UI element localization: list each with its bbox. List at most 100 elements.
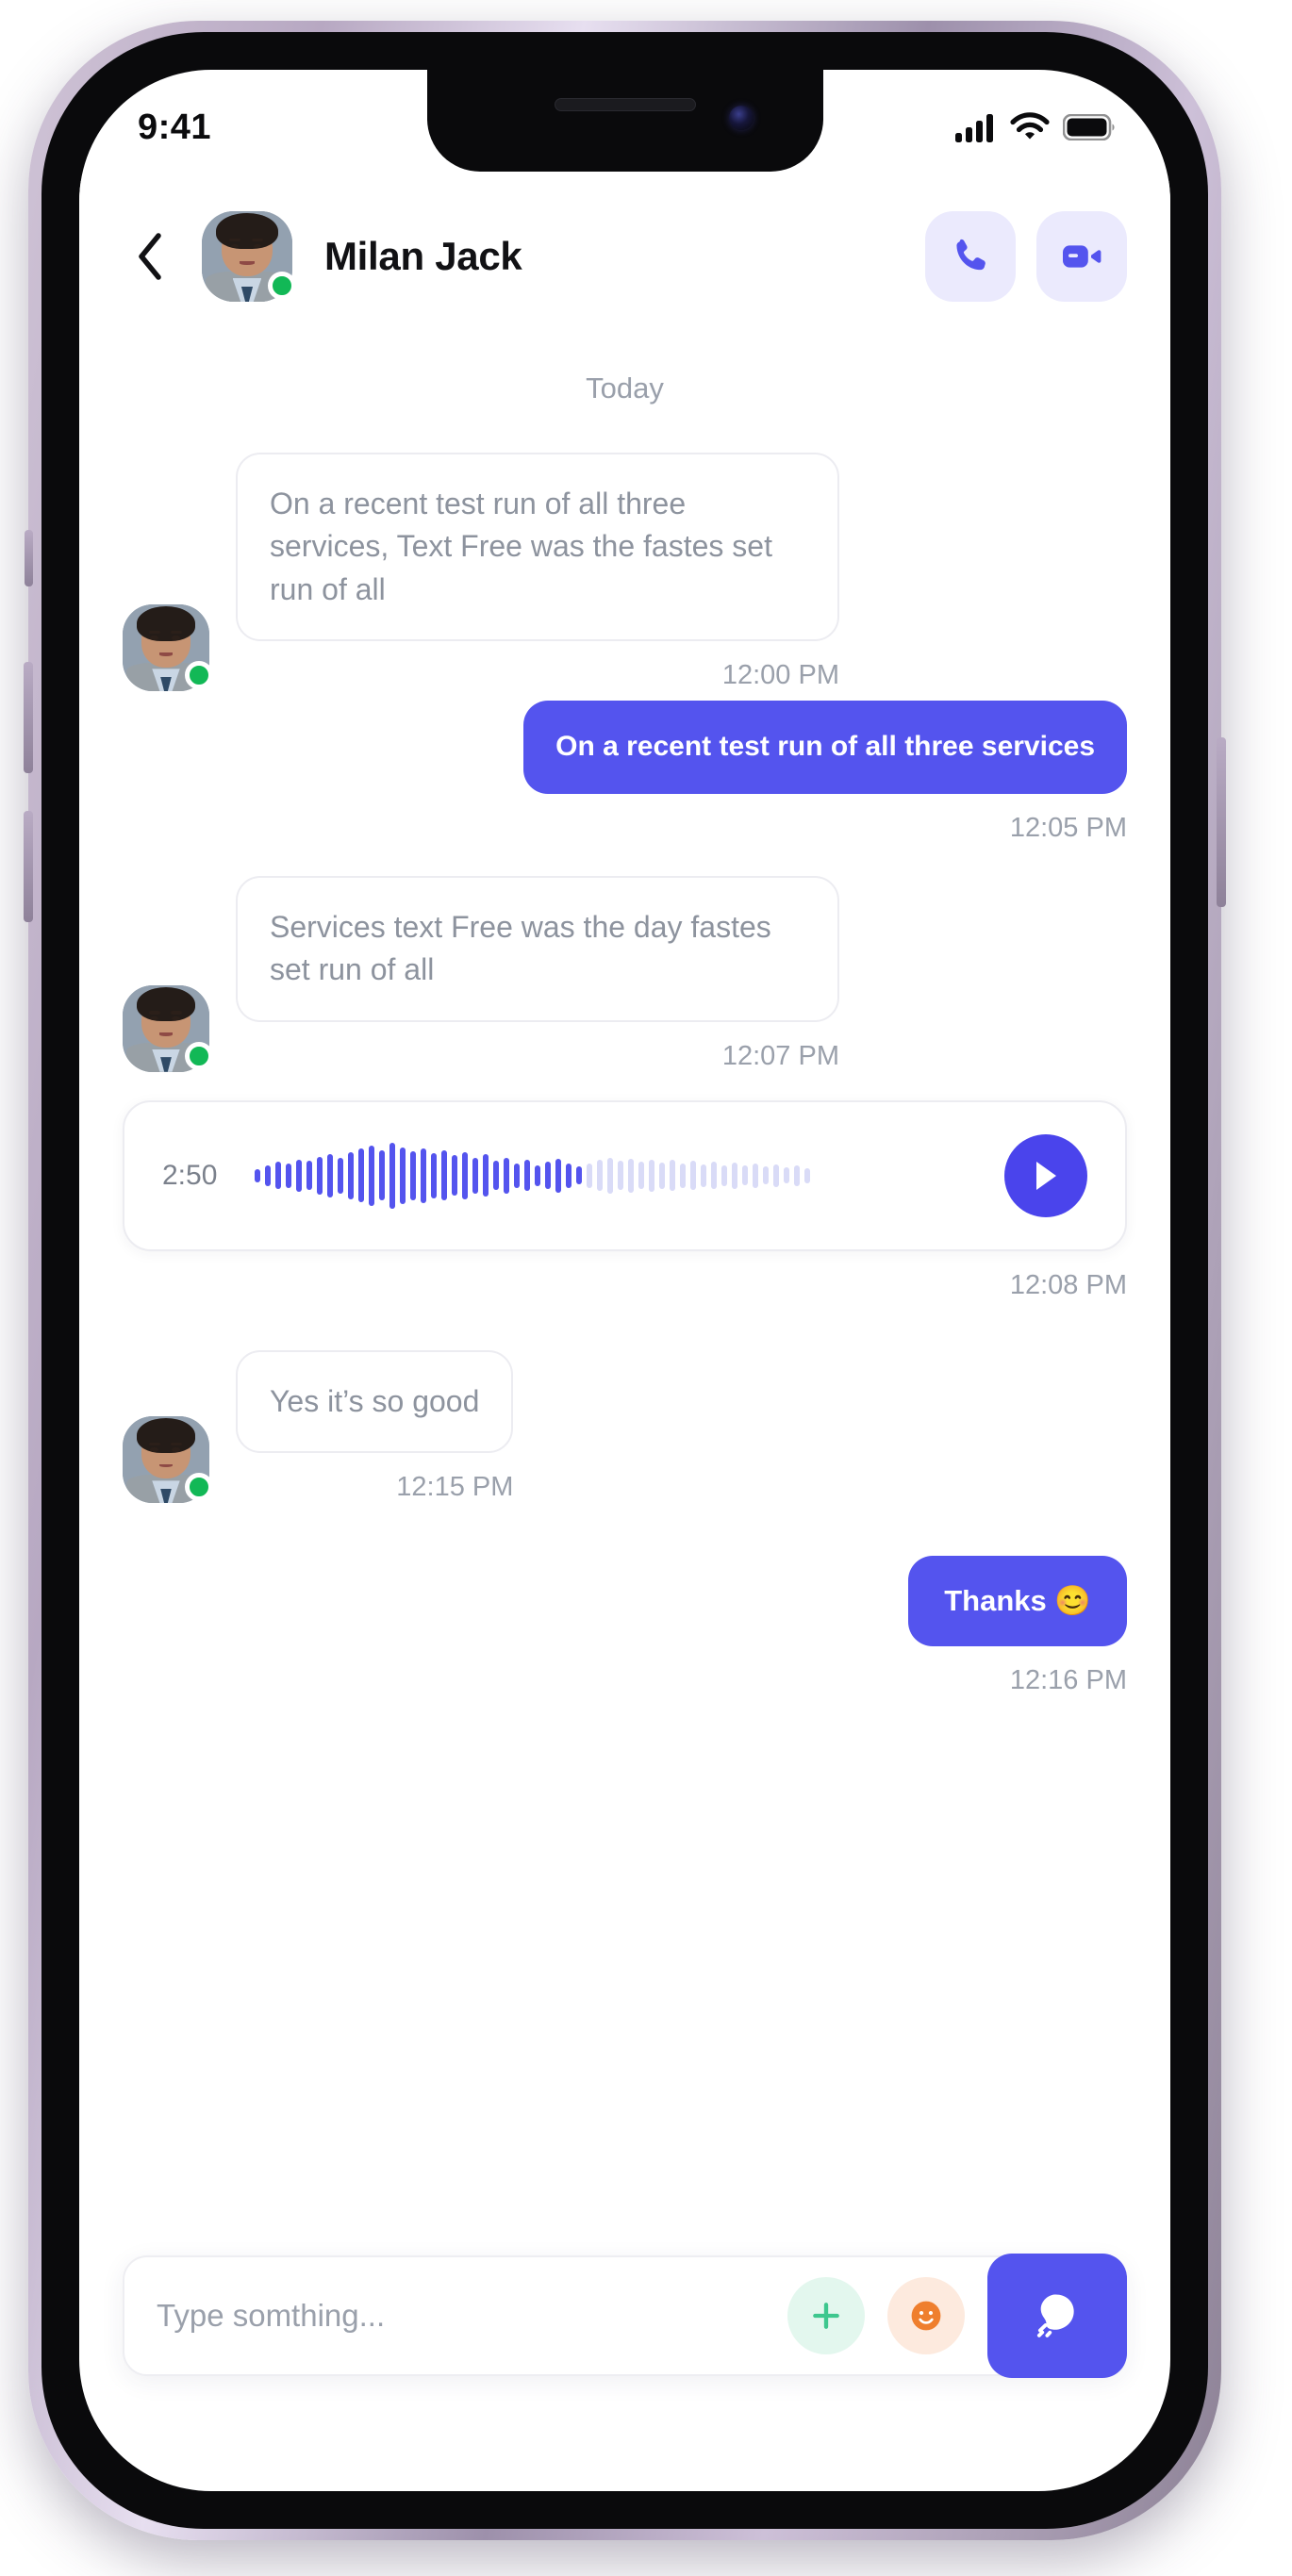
silent-switch[interactable] <box>25 530 33 586</box>
waveform-bar <box>535 1164 541 1186</box>
send-button[interactable] <box>987 2254 1127 2378</box>
audio-waveform[interactable] <box>255 1135 967 1216</box>
message-avatar <box>123 1416 213 1504</box>
message-item: Yes it’s so good 12:15 PM <box>123 1349 1127 1504</box>
play-icon <box>1036 1161 1056 1190</box>
waveform-bar <box>732 1163 738 1189</box>
message-bubble-incoming: On a recent test run of all three servic… <box>236 453 839 642</box>
waveform-bar <box>587 1163 593 1188</box>
message-bubble-incoming: Services text Free was the day fastes se… <box>236 875 839 1022</box>
online-status-dot <box>185 1041 213 1070</box>
bubble-column: Services text Free was the day fastes se… <box>236 875 839 1072</box>
message-bubble-incoming: Yes it’s so good <box>236 1349 514 1454</box>
waveform-bar <box>431 1152 438 1198</box>
bubble-column: Thanks 😊 12:16 PM <box>908 1556 1127 1696</box>
device-notch <box>426 70 823 172</box>
waveform-bar <box>763 1166 770 1185</box>
waveform-bar <box>348 1151 355 1199</box>
waveform-bar <box>493 1161 500 1191</box>
message-composer <box>123 2254 1127 2378</box>
waveform-bar <box>275 1162 282 1190</box>
phone-device: 9:41 Milan Jack Today On a recent test r… <box>24 21 1226 2540</box>
waveform-bar <box>327 1153 334 1197</box>
waveform-bar <box>504 1157 510 1194</box>
message-timestamp: 12:16 PM <box>1009 1665 1127 1696</box>
waveform-bar <box>410 1150 417 1200</box>
waveform-bar <box>555 1158 562 1193</box>
waveform-bar <box>472 1157 479 1194</box>
battery-icon <box>1063 114 1115 140</box>
waveform-bar <box>690 1161 697 1191</box>
header-actions <box>925 211 1127 302</box>
attach-button[interactable] <box>787 2277 865 2354</box>
bubble-column: On a recent test run of all three servic… <box>236 453 839 691</box>
online-status-dot <box>268 272 296 300</box>
smiley-icon <box>911 2301 941 2331</box>
power-button[interactable] <box>1217 737 1226 907</box>
bubble-column: On a recent test run of all three servic… <box>523 701 1127 844</box>
waveform-bar <box>670 1160 676 1192</box>
waveform-bar <box>659 1163 666 1189</box>
message-avatar <box>123 984 213 1072</box>
day-divider: Today <box>586 372 664 405</box>
waveform-bar <box>369 1145 375 1206</box>
cellular-signal-icon <box>955 114 993 142</box>
message-item: On a recent test run of all three servic… <box>123 453 1127 692</box>
message-timestamp: 12:08 PM <box>1009 1269 1127 1300</box>
waveform-bar <box>483 1154 489 1197</box>
audio-play-button[interactable] <box>1004 1133 1087 1217</box>
message-item: Services text Free was the day fastes se… <box>123 875 1127 1072</box>
waveform-bar <box>649 1159 655 1192</box>
earpiece-speaker <box>554 98 696 111</box>
waveform-bar <box>794 1164 801 1186</box>
waveform-bar <box>545 1162 552 1190</box>
message-timestamp: 12:15 PM <box>396 1472 514 1503</box>
message-list[interactable]: Today On a recent test run of all three … <box>79 334 1170 2208</box>
waveform-bar <box>317 1157 323 1195</box>
message-bubble-outgoing: On a recent test run of all three servic… <box>523 701 1127 794</box>
message-item: On a recent test run of all three servic… <box>123 701 1127 844</box>
waveform-bar <box>576 1166 583 1185</box>
volume-up-button[interactable] <box>24 662 33 773</box>
wifi-icon <box>1010 112 1050 140</box>
status-time: 9:41 <box>138 107 212 147</box>
waveform-bar <box>711 1162 718 1190</box>
waveform-bar <box>628 1158 635 1193</box>
status-icons <box>955 112 1116 142</box>
waveform-bar <box>452 1155 458 1197</box>
contact-avatar[interactable] <box>202 211 296 302</box>
waveform-bar <box>804 1168 811 1183</box>
message-item: 2:50 12:08 PM <box>123 1099 1127 1301</box>
waveform-bar <box>618 1161 624 1191</box>
front-camera-icon <box>728 106 754 130</box>
back-button[interactable] <box>123 229 177 284</box>
chevron-left-icon <box>139 233 161 280</box>
waveform-bar <box>607 1157 614 1194</box>
waveform-bar <box>742 1165 749 1186</box>
plus-icon <box>813 2303 839 2329</box>
message-item: Thanks 😊 12:16 PM <box>123 1556 1127 1696</box>
waveform-bar <box>701 1164 707 1187</box>
volume-down-button[interactable] <box>24 811 33 922</box>
audio-message-card[interactable]: 2:50 <box>123 1099 1127 1251</box>
message-timestamp: 12:00 PM <box>721 660 839 691</box>
message-timestamp: 12:05 PM <box>1009 812 1127 843</box>
waveform-bar <box>379 1150 386 1201</box>
emoji-button[interactable] <box>887 2277 965 2354</box>
message-input[interactable] <box>124 2298 787 2334</box>
video-camera-icon <box>1063 245 1102 268</box>
waveform-bar <box>338 1157 344 1194</box>
chat-header: Milan Jack <box>79 181 1170 332</box>
waveform-bar <box>566 1163 572 1188</box>
waveform-bar <box>680 1163 687 1188</box>
voice-call-button[interactable] <box>925 211 1016 302</box>
message-bubble-outgoing: Thanks 😊 <box>908 1556 1127 1647</box>
waveform-bar <box>296 1159 303 1192</box>
waveform-bar <box>358 1148 365 1203</box>
waveform-bar <box>441 1150 448 1201</box>
waveform-bar <box>462 1151 469 1199</box>
waveform-bar <box>721 1164 728 1186</box>
phone-screen: 9:41 Milan Jack Today On a recent test r… <box>79 70 1170 2491</box>
message-timestamp: 12:07 PM <box>721 1040 839 1071</box>
video-call-button[interactable] <box>1036 211 1127 302</box>
